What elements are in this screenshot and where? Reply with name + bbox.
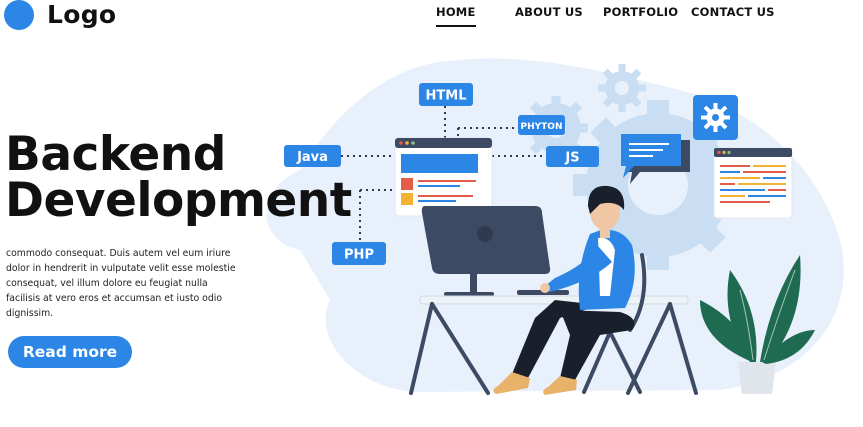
tag-js: JS <box>546 146 599 167</box>
page-title: Backend Development <box>5 127 352 228</box>
title-line-1: Backend <box>5 127 226 182</box>
tag-php-label: PHP <box>344 248 374 263</box>
tag-php: PHP <box>332 242 386 265</box>
tag-html: HTML <box>419 83 473 106</box>
read-more-button[interactable]: Read more <box>8 336 132 368</box>
tag-html-label: HTML <box>426 89 467 104</box>
gear-small-icon <box>598 64 646 112</box>
tag-phyton-label: PHYTON <box>521 122 563 132</box>
code-window-right <box>713 147 793 219</box>
hero-description: commodo consequat. Duis autem vel eum ir… <box>6 248 236 319</box>
code-window-center <box>394 137 493 217</box>
title-line-2: Development <box>5 173 352 228</box>
settings-gear-icon <box>693 95 738 140</box>
tag-phyton: PHYTON <box>518 115 565 135</box>
tag-js-label: JS <box>564 151 579 166</box>
